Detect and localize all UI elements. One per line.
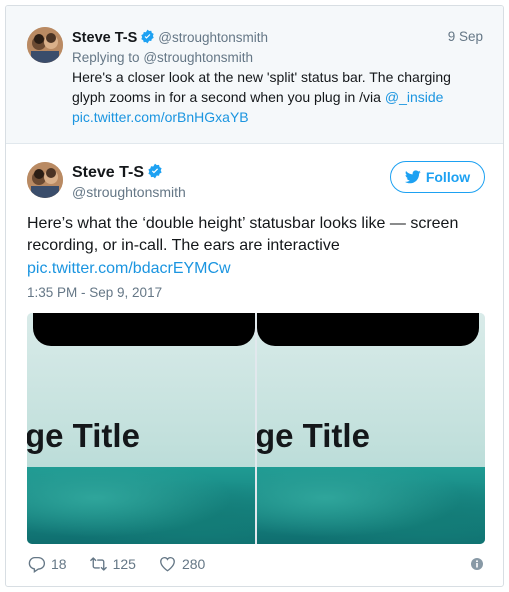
author-name[interactable]: Steve T-S bbox=[72, 164, 144, 181]
tweet-actions: 18 125 280 bbox=[27, 552, 483, 576]
replying-prefix: Replying to bbox=[72, 50, 140, 65]
tweet-timestamp[interactable]: 1:35 PM - Sep 9, 2017 bbox=[27, 285, 162, 300]
pic-link[interactable]: pic.twitter.com/orBnHGxaYB bbox=[72, 109, 249, 125]
avatar[interactable] bbox=[27, 27, 63, 63]
retweet-count: 125 bbox=[112, 556, 136, 572]
retweet-button[interactable]: 125 bbox=[89, 555, 136, 573]
follow-button[interactable]: Follow bbox=[390, 161, 485, 193]
tweet-card: Steve T-S @stroughtonsmith 9 Sep Replying… bbox=[5, 5, 504, 587]
media-image-left[interactable]: ge Title bbox=[27, 313, 255, 544]
replying-to: Replying to @stroughtonsmith bbox=[72, 50, 253, 65]
media-grid: ge Title ge Title bbox=[27, 313, 485, 544]
twitter-bird-icon bbox=[404, 170, 421, 184]
reply-count: 18 bbox=[51, 556, 67, 572]
follow-label: Follow bbox=[425, 169, 471, 185]
phone-notch bbox=[257, 313, 479, 346]
tweet-date[interactable]: 9 Sep bbox=[448, 29, 483, 44]
author-handle[interactable]: @stroughtonsmith bbox=[72, 184, 186, 200]
media-title-text: ge Title bbox=[257, 417, 370, 454]
media-title-text: ge Title bbox=[27, 417, 140, 454]
parent-tweet-header: Steve T-S @stroughtonsmith bbox=[72, 29, 487, 49]
verified-badge-icon bbox=[148, 163, 162, 179]
like-count: 280 bbox=[181, 556, 206, 572]
replying-handle-link[interactable]: @stroughtonsmith bbox=[143, 50, 253, 65]
author-name[interactable]: Steve T-S bbox=[72, 30, 137, 46]
pic-link[interactable]: pic.twitter.com/bdacrEYMCw bbox=[27, 258, 231, 280]
avatar[interactable] bbox=[27, 162, 63, 198]
reply-button[interactable]: 18 bbox=[27, 555, 67, 573]
mention-link[interactable]: @_inside bbox=[385, 89, 444, 105]
like-button[interactable]: 280 bbox=[158, 555, 205, 573]
author-name-row: Steve T-S bbox=[72, 163, 163, 182]
info-icon[interactable] bbox=[471, 558, 483, 570]
parent-tweet[interactable]: Steve T-S @stroughtonsmith 9 Sep Replying… bbox=[6, 6, 503, 144]
tweet-text: Here’s what the ‘double height’ statusba… bbox=[27, 215, 459, 254]
parent-tweet-text: Here's a closer look at the new 'split' … bbox=[72, 67, 472, 127]
phone-notch bbox=[33, 313, 255, 346]
wallpaper-sea bbox=[27, 467, 255, 544]
media-image-right[interactable]: ge Title bbox=[257, 313, 485, 544]
verified-badge-icon bbox=[141, 29, 154, 44]
like-icon bbox=[160, 556, 175, 572]
author-handle[interactable]: @stroughtonsmith bbox=[158, 30, 268, 45]
reply-icon bbox=[28, 556, 46, 573]
wallpaper-sea bbox=[257, 467, 485, 544]
retweet-icon bbox=[89, 557, 107, 571]
